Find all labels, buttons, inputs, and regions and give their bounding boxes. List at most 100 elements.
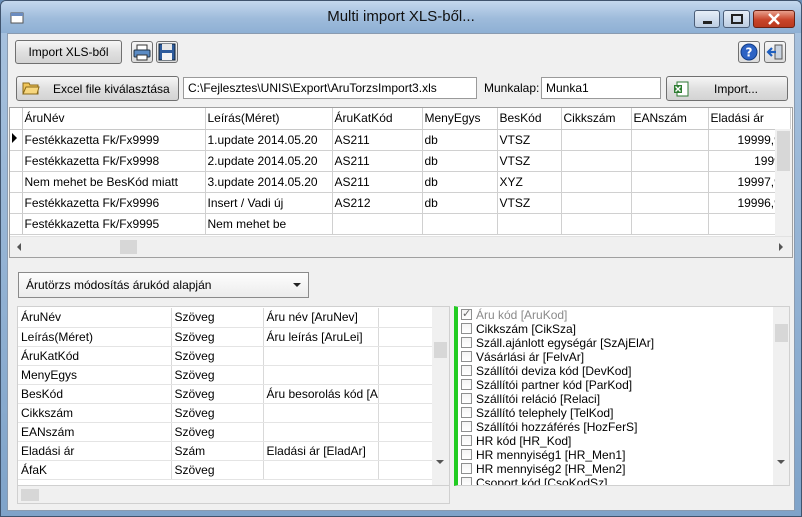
mapping-type[interactable]: Szöveg [171, 422, 264, 442]
field-item[interactable]: Szállítói hozzáférés [HozFerS] [461, 420, 637, 435]
mapping-type[interactable]: Szöveg [171, 308, 264, 328]
checklist-scrollbar-thumb[interactable] [775, 324, 788, 342]
table-cell[interactable]: VTSZ [497, 129, 562, 151]
mapping-type[interactable]: Szöveg [171, 365, 264, 385]
field-item[interactable]: Csoport kód [CsoKodSz] [461, 476, 607, 485]
mapping-extra[interactable] [378, 403, 433, 423]
table-cell[interactable]: AS211 [332, 171, 423, 193]
table-row[interactable]: Festékkazetta Fk/Fx9996 Insert / Vadi új… [10, 192, 791, 214]
column-header[interactable]: ÁruNév [22, 108, 206, 130]
grid-vertical-scrollbar[interactable] [775, 129, 792, 236]
table-cell[interactable] [631, 150, 709, 172]
mapping-row[interactable]: Leírás(Méret) Szöveg Áru leírás [AruLei] [18, 327, 433, 347]
field-item[interactable]: Cikkszám [CikSza] [461, 322, 576, 337]
mapping-source-column[interactable]: BesKód [18, 384, 172, 404]
mapping-source-column[interactable]: Leírás(Méret) [18, 327, 172, 347]
table-row[interactable]: Festékkazetta Fk/Fx9999 1.update 2014.05… [10, 129, 791, 151]
field-checklist[interactable]: Áru kód [AruKod] Cikkszám [CikSza] Száll… [454, 306, 790, 486]
table-row[interactable]: Festékkazetta Fk/Fx9995 Nem mehet be [10, 213, 791, 235]
field-item[interactable]: Szállítói deviza kód [DevKod] [461, 364, 631, 379]
excel-select-button[interactable]: Excel file kiválasztása [16, 76, 179, 101]
mapping-row[interactable]: ÁruKatKód Szöveg [18, 346, 433, 366]
mapping-source-column[interactable]: ÁruKatKód [18, 346, 172, 366]
table-cell[interactable] [332, 213, 423, 235]
table-cell[interactable]: db [422, 192, 498, 214]
table-cell[interactable]: AS212 [332, 192, 423, 214]
field-checkbox[interactable] [461, 421, 472, 432]
mapping-extra[interactable] [378, 346, 433, 366]
field-checkbox[interactable] [461, 307, 472, 320]
table-cell[interactable]: XYZ [497, 171, 562, 193]
table-cell[interactable]: 2.update 2014.05.20 [205, 150, 333, 172]
import-grid[interactable]: ÁruNév Leírás(Méret) ÁruKatKód MenyEgys … [9, 107, 793, 258]
column-header[interactable]: EANszám [631, 108, 709, 130]
table-cell[interactable]: db [422, 150, 498, 172]
field-checkbox[interactable] [461, 463, 472, 474]
mapping-horizontal-scrollbar-thumb[interactable] [21, 489, 39, 501]
mapping-row[interactable]: ÁruNév Szöveg Áru név [AruNev] [18, 308, 433, 328]
table-cell[interactable]: Festékkazetta Fk/Fx9999 [22, 129, 206, 151]
column-header[interactable]: Eladási ár [708, 108, 791, 130]
print-button[interactable] [131, 41, 153, 63]
mapping-target-field[interactable] [263, 403, 379, 423]
table-cell[interactable]: Insert / Vadi új [205, 192, 333, 214]
mapping-row[interactable]: Eladási ár Szám Eladási ár [EladAr] [18, 441, 433, 461]
mapping-extra[interactable] [378, 384, 433, 404]
import-xls-button[interactable]: Import XLS-ből [15, 40, 122, 64]
field-item[interactable]: Vásárlási ár [FelvAr] [461, 350, 584, 365]
mapping-type[interactable]: Szöveg [171, 403, 264, 423]
table-cell[interactable] [422, 213, 498, 235]
checklist-scroll-down-arrow[interactable] [777, 460, 785, 464]
table-cell[interactable]: db [422, 171, 498, 193]
field-checkbox[interactable] [461, 449, 472, 460]
mapping-target-field[interactable]: Áru besorolás kód [A [263, 384, 379, 404]
mapping-target-field[interactable] [263, 365, 379, 385]
mapping-source-column[interactable]: EANszám [18, 422, 172, 442]
field-item[interactable]: HR mennyiség2 [HR_Men2] [461, 462, 625, 477]
mapping-row[interactable]: EANszám Szöveg [18, 422, 433, 442]
table-cell[interactable] [561, 150, 632, 172]
table-cell[interactable] [561, 213, 632, 235]
table-cell[interactable]: Festékkazetta Fk/Fx9996 [22, 192, 206, 214]
field-checkbox[interactable] [461, 323, 472, 334]
mapping-type[interactable]: Szöveg [171, 327, 264, 347]
mapping-extra[interactable] [378, 441, 433, 461]
table-cell[interactable]: VTSZ [497, 150, 562, 172]
checklist-vertical-scrollbar[interactable] [773, 307, 789, 485]
mapping-extra[interactable] [378, 327, 433, 347]
exit-button[interactable] [764, 41, 786, 63]
table-cell[interactable] [631, 192, 709, 214]
field-item[interactable]: Szállítói reláció [Relaci] [461, 392, 600, 407]
mapping-source-column[interactable]: Eladási ár [18, 441, 172, 461]
mapping-row[interactable]: Cikkszám Szöveg [18, 403, 433, 423]
scroll-left-arrow[interactable] [17, 243, 21, 251]
grid-horizontal-scrollbar[interactable] [10, 236, 792, 257]
table-cell[interactable] [631, 129, 709, 151]
field-checkbox[interactable] [461, 477, 472, 485]
field-item[interactable]: Száll.ajánlott egységár [SzAjElAr] [461, 336, 654, 351]
mapping-row[interactable]: ÁfaK Szöveg [18, 460, 433, 480]
column-header[interactable]: Leírás(Méret) [205, 108, 333, 130]
table-cell[interactable]: Nem mehet be [205, 213, 333, 235]
mapping-extra[interactable] [378, 460, 433, 480]
column-header[interactable]: ÁruKatKód [332, 108, 423, 130]
table-cell[interactable]: 3.update 2014.05.20 [205, 171, 333, 193]
column-header[interactable]: Cikkszám [561, 108, 632, 130]
table-cell[interactable] [631, 171, 709, 193]
field-item[interactable]: Áru kód [AruKod] [461, 307, 567, 323]
table-row[interactable]: Festékkazetta Fk/Fx9998 2.update 2014.05… [10, 150, 791, 172]
mapping-target-field[interactable] [263, 346, 379, 366]
mapping-type[interactable]: Szöveg [171, 346, 264, 366]
field-checkbox[interactable] [461, 337, 472, 348]
scroll-right-arrow[interactable] [779, 243, 783, 251]
table-cell[interactable] [631, 213, 709, 235]
table-cell[interactable]: AS211 [332, 150, 423, 172]
mapping-vertical-scrollbar-thumb[interactable] [434, 342, 447, 358]
mapping-source-column[interactable]: Cikkszám [18, 403, 172, 423]
mapping-scroll-down-arrow[interactable] [436, 460, 444, 464]
table-cell[interactable]: 1.update 2014.05.20 [205, 129, 333, 151]
import-button[interactable]: Import... [666, 76, 788, 101]
field-item[interactable]: HR kód [HR_Kod] [461, 434, 571, 449]
mapping-vertical-scrollbar[interactable] [432, 307, 449, 485]
mapping-type[interactable]: Szám [171, 441, 264, 461]
